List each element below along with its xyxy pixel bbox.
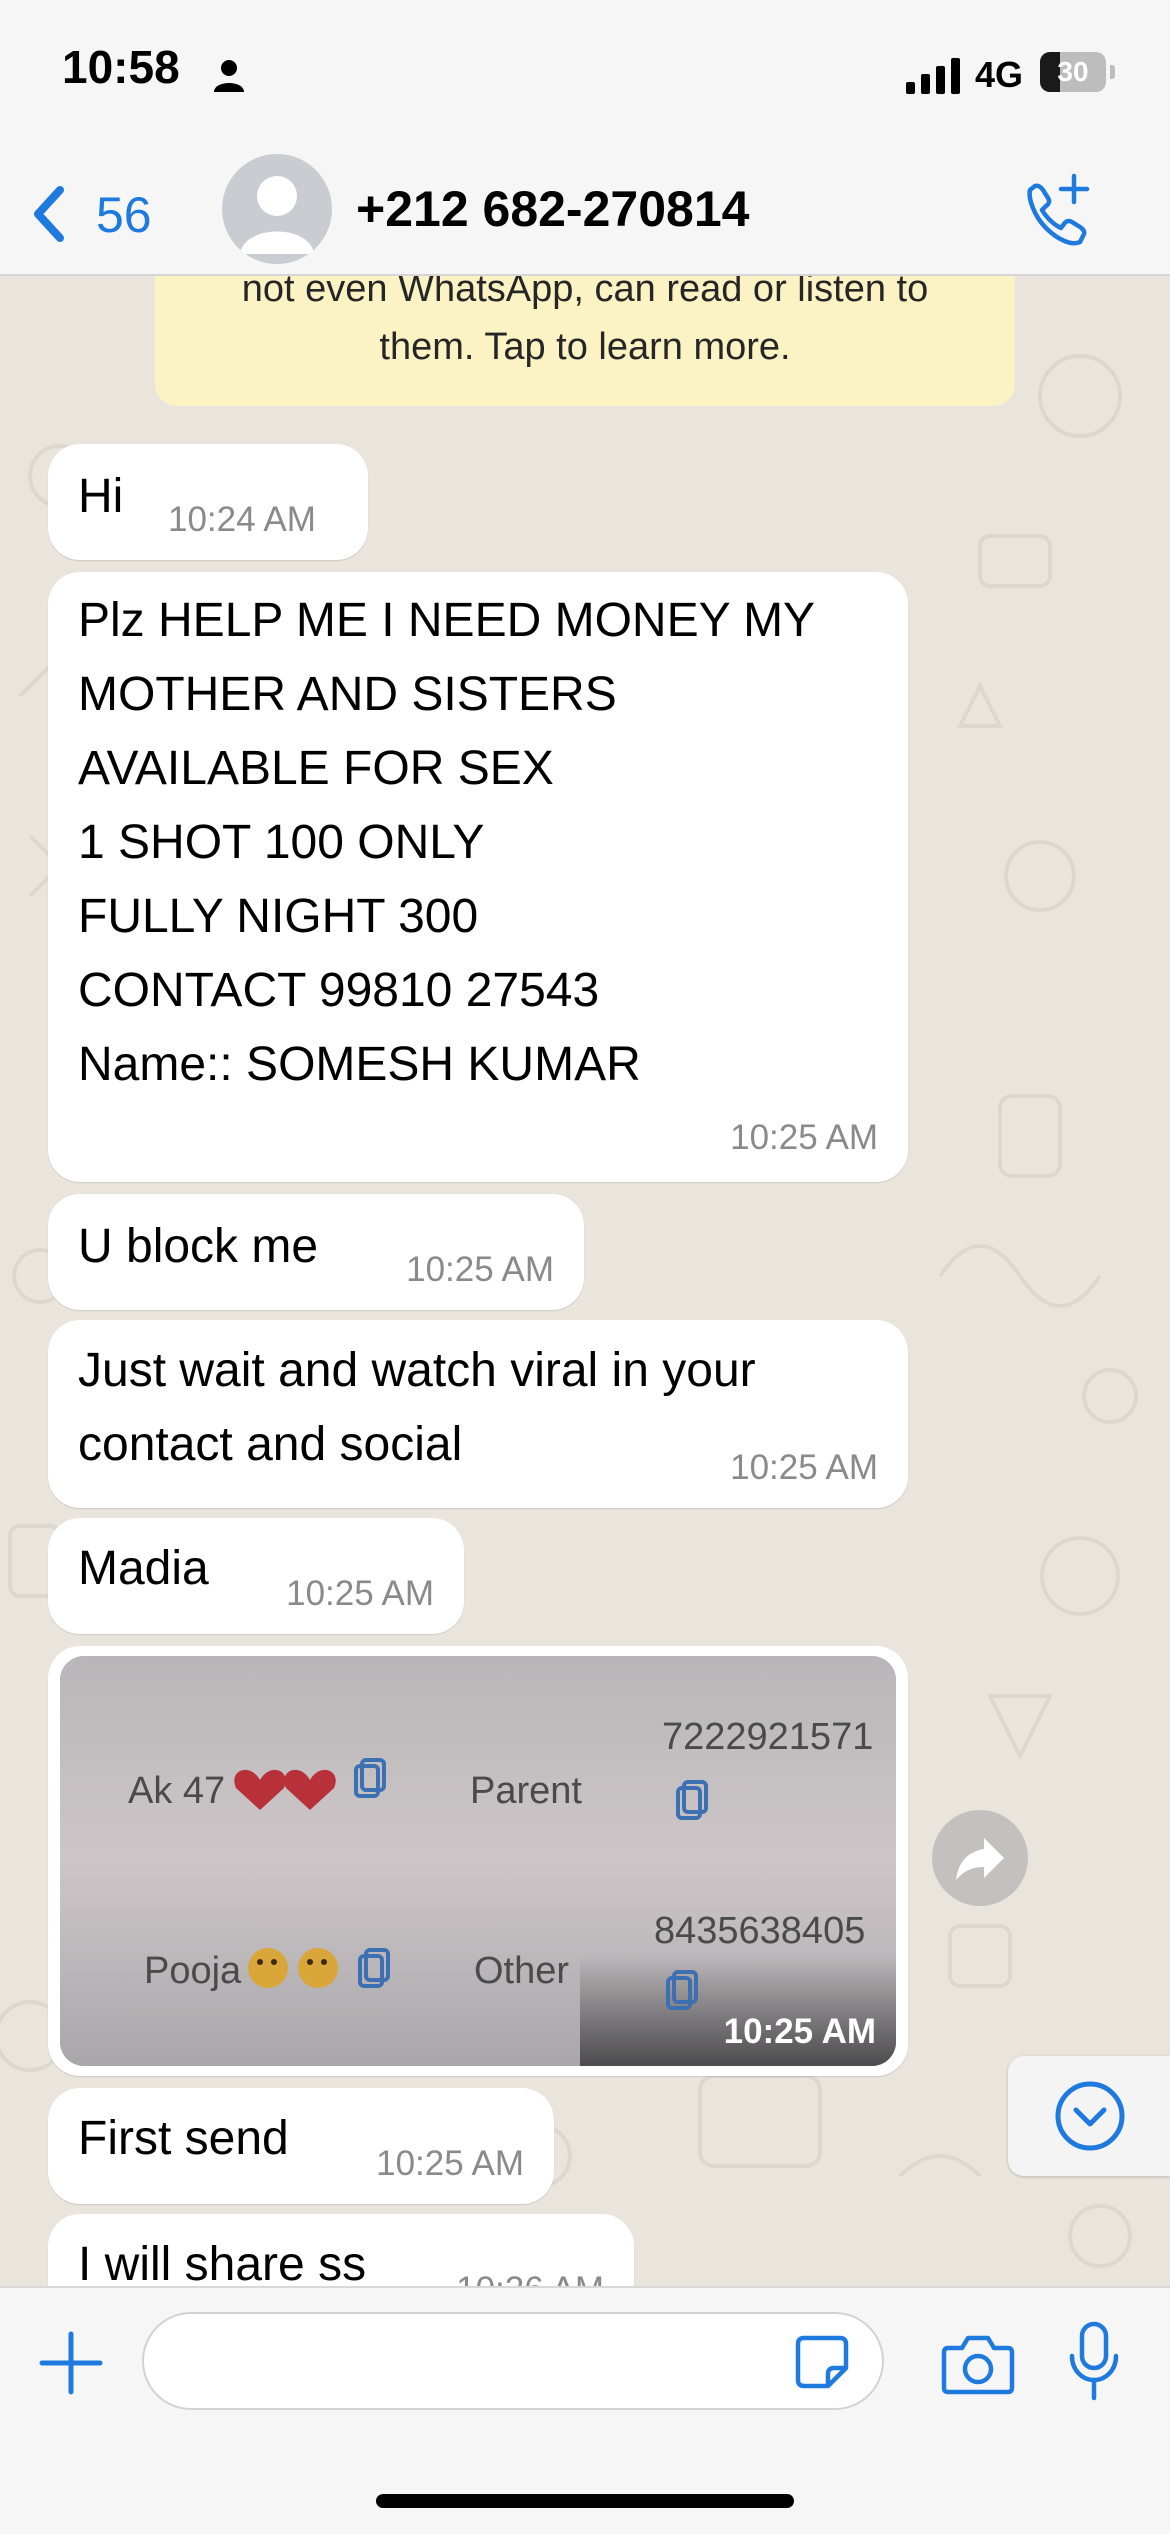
chevron-down-circle-icon [1055,2081,1125,2151]
photo-text: 8435638405 [654,1910,866,1952]
microphone-icon[interactable] [1064,2318,1124,2408]
message-time: 10:25 AM [730,1448,878,1487]
photo-text: Pooja [144,1950,242,1992]
message-bubble[interactable]: Plz HELP ME I NEED MONEY MY MOTHER AND S… [48,572,908,1182]
battery-label: 30 [1057,56,1089,87]
encryption-notice-text: not even WhatsApp, can read or listen to… [241,276,929,368]
message-text: Just wait and watch viral in your contac… [78,1344,756,1471]
plus-icon[interactable] [36,2328,106,2398]
photo-text: 7222921571 [662,1716,874,1758]
message-text: Hi [78,470,124,523]
signal-icon [906,58,960,94]
phone-plus-icon[interactable] [1010,168,1100,258]
message-time: 10:24 AM [168,500,316,539]
message-time: 10:25 AM [376,2144,524,2183]
status-time: 10:58 [62,41,180,93]
network-label: 4G [975,54,1024,95]
message-input[interactable] [142,2312,884,2410]
message-bubble[interactable]: U block me 10:25 AM [48,1194,584,1310]
message-text: Plz HELP ME I NEED MONEY MY MOTHER AND S… [78,594,816,1091]
message-text: Madia [78,1542,209,1595]
message-bubble[interactable]: Madia 10:25 AM [48,1518,464,1634]
status-bar: 10:58 4G 30 [0,0,1170,150]
message-text: U block me [78,1220,319,1273]
forward-button[interactable] [932,1810,1028,1906]
message-bubble[interactable]: First send 10:25 AM [48,2088,554,2204]
battery-icon: 30 [1040,52,1116,92]
default-avatar-icon [240,176,314,254]
camera-icon[interactable] [940,2328,1016,2398]
home-indicator [376,2494,794,2508]
message-time: 10:25 AM [730,1118,878,1157]
avatar[interactable] [222,154,332,264]
sticker-icon[interactable] [792,2332,852,2392]
message-bubble[interactable]: Just wait and watch viral in your contac… [48,1320,908,1508]
photo-text: Other [474,1950,570,1992]
person-icon [214,60,244,92]
scroll-to-bottom-button[interactable] [1008,2056,1170,2176]
unread-count: 56 [96,187,152,243]
message-bubble[interactable]: Hi 10:24 AM [48,444,368,560]
message-time: 10:26 AM [456,2270,604,2286]
message-composer [0,2286,1170,2534]
photo-text: Ak 47 [128,1770,226,1812]
encryption-notice[interactable]: not even WhatsApp, can read or listen to… [155,276,1015,406]
forward-icon [956,1838,1004,1880]
message-bubble[interactable]: I will share ss 10:26 AM [48,2214,634,2286]
chevron-left-icon [34,186,64,242]
message-time: 10:25 AM [286,1574,434,1613]
image-message-time: 10:25 AM [723,2012,876,2051]
photo-text: Parent [470,1770,582,1812]
message-text: First send [78,2112,289,2165]
back-button[interactable]: 56 [22,170,182,250]
chat-header: 56 +212 682-270814 [0,150,1170,276]
contact-name[interactable]: +212 682-270814 [356,180,749,238]
chat-area[interactable]: not even WhatsApp, can read or listen to… [0,276,1170,2286]
message-time: 10:25 AM [406,1250,554,1289]
image-attachment[interactable]: Ak 47 Parent 7222921571 Pooja Other 8435… [60,1656,896,2066]
message-text: I will share ss [78,2238,367,2286]
